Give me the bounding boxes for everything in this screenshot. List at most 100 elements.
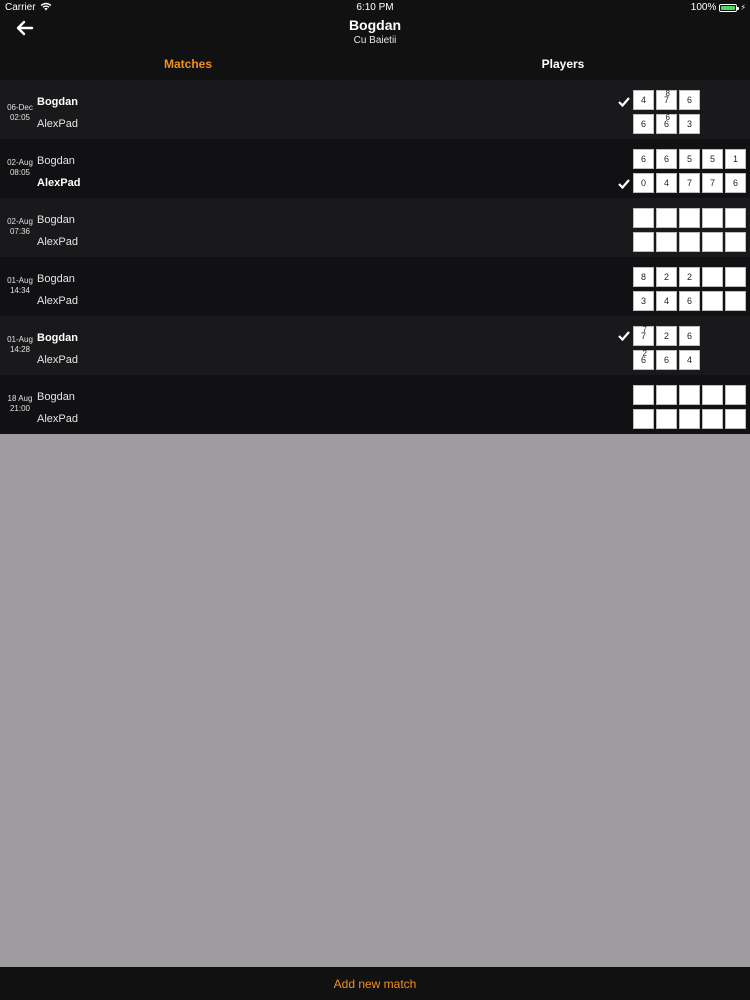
score-row-player-one: 6 6 5 5 1 bbox=[633, 149, 748, 169]
set-score[interactable]: 6 bbox=[679, 291, 700, 311]
page-title: Bogdan bbox=[348, 17, 402, 33]
match-row[interactable]: 01-Aug 14:34 Bogdan AlexPad 8 2 2 3 4 6 bbox=[0, 257, 750, 316]
score-row-player-two bbox=[633, 409, 748, 429]
set-score[interactable]: 4 bbox=[633, 90, 654, 110]
set-score[interactable]: 8 bbox=[633, 267, 654, 287]
checkmark-icon bbox=[618, 331, 630, 342]
tab-matches[interactable]: Matches bbox=[88, 57, 288, 71]
match-row[interactable]: 18 Aug 21:00 Bogdan AlexPad bbox=[0, 375, 750, 434]
set-score[interactable] bbox=[702, 208, 723, 228]
set-score[interactable]: 6 bbox=[656, 149, 677, 169]
set-score[interactable]: 4 bbox=[656, 173, 677, 193]
matches-list: 06-Dec 02:05 Bogdan AlexPad 4 78 6 6 66 … bbox=[0, 80, 750, 434]
match-date: 02-Aug 07:36 bbox=[7, 217, 33, 236]
set-score[interactable]: 6 bbox=[633, 114, 654, 134]
set-score[interactable] bbox=[725, 232, 746, 252]
score-row-player-two: 6 66 3 bbox=[633, 113, 702, 134]
set-score[interactable]: 3 bbox=[679, 114, 700, 134]
set-score[interactable] bbox=[725, 267, 746, 287]
set-score[interactable] bbox=[656, 232, 677, 252]
score-row-player-one bbox=[633, 208, 748, 228]
set-score[interactable]: 66 bbox=[656, 113, 677, 134]
set-score[interactable]: 7 bbox=[702, 173, 723, 193]
player-one: Bogdan bbox=[37, 391, 75, 403]
page-subtitle: Cu Baietii bbox=[353, 35, 397, 46]
score-row-player-two bbox=[633, 232, 748, 252]
set-score[interactable]: 6 bbox=[725, 173, 746, 193]
match-date: 02-Aug 08:05 bbox=[7, 158, 33, 177]
player-one: Bogdan bbox=[37, 96, 78, 108]
set-score[interactable]: 62 bbox=[633, 349, 654, 370]
checkmark-icon bbox=[618, 97, 630, 108]
player-two: AlexPad bbox=[37, 118, 78, 130]
set-score[interactable] bbox=[656, 409, 677, 429]
set-score[interactable]: 4 bbox=[656, 291, 677, 311]
score-row-player-two: 62 6 4 bbox=[633, 349, 702, 370]
player-two: AlexPad bbox=[37, 295, 78, 307]
player-two: AlexPad bbox=[37, 413, 78, 425]
set-score[interactable]: 2 bbox=[679, 267, 700, 287]
match-date: 06-Dec 02:05 bbox=[7, 103, 33, 122]
set-score[interactable] bbox=[633, 409, 654, 429]
set-score[interactable] bbox=[679, 208, 700, 228]
score-row-player-one: 77 2 6 bbox=[633, 325, 702, 346]
set-score[interactable]: 5 bbox=[679, 149, 700, 169]
player-one: Bogdan bbox=[37, 332, 78, 344]
set-score[interactable] bbox=[702, 291, 723, 311]
set-score[interactable]: 0 bbox=[633, 173, 654, 193]
set-score[interactable] bbox=[679, 232, 700, 252]
score-row-player-two: 0 4 7 7 6 bbox=[633, 173, 748, 193]
score-row-player-one: 4 78 6 bbox=[633, 89, 702, 110]
status-bar: Carrier 6:10 PM 100% ⚡ bbox=[0, 0, 750, 14]
score-row-player-one bbox=[633, 385, 748, 405]
match-row[interactable]: 01-Aug 14:28 Bogdan AlexPad 77 2 6 62 6 … bbox=[0, 316, 750, 375]
set-score[interactable] bbox=[633, 385, 654, 405]
player-two: AlexPad bbox=[37, 354, 78, 366]
set-score[interactable] bbox=[725, 208, 746, 228]
clock: 6:10 PM bbox=[356, 2, 394, 13]
player-two: AlexPad bbox=[37, 236, 78, 248]
player-one: Bogdan bbox=[37, 273, 75, 285]
player-one: Bogdan bbox=[37, 214, 75, 226]
set-score[interactable] bbox=[679, 409, 700, 429]
match-row[interactable]: 02-Aug 08:05 Bogdan AlexPad 6 6 5 5 1 0 … bbox=[0, 139, 750, 198]
match-row[interactable]: 06-Dec 02:05 Bogdan AlexPad 4 78 6 6 66 … bbox=[0, 80, 750, 139]
checkmark-icon bbox=[618, 179, 630, 190]
set-score[interactable] bbox=[656, 208, 677, 228]
score-row-player-two: 3 4 6 bbox=[633, 291, 748, 311]
set-score[interactable]: 3 bbox=[633, 291, 654, 311]
set-score[interactable]: 4 bbox=[679, 350, 700, 370]
add-new-match-button[interactable]: Add new match bbox=[0, 977, 750, 991]
set-score[interactable] bbox=[633, 208, 654, 228]
set-score[interactable] bbox=[656, 385, 677, 405]
match-date: 18 Aug 21:00 bbox=[7, 394, 33, 413]
set-score[interactable]: 6 bbox=[679, 90, 700, 110]
set-score[interactable] bbox=[679, 385, 700, 405]
set-score[interactable] bbox=[633, 232, 654, 252]
tab-players[interactable]: Players bbox=[463, 57, 663, 71]
set-score[interactable] bbox=[702, 232, 723, 252]
set-score[interactable]: 6 bbox=[656, 350, 677, 370]
set-score[interactable]: 6 bbox=[679, 326, 700, 346]
match-row[interactable]: 02-Aug 07:36 Bogdan AlexPad bbox=[0, 198, 750, 257]
set-score[interactable]: 7 bbox=[679, 173, 700, 193]
charging-icon: ⚡ bbox=[740, 3, 746, 12]
set-score[interactable] bbox=[702, 267, 723, 287]
set-score[interactable] bbox=[702, 385, 723, 405]
set-score[interactable]: 77 bbox=[633, 325, 654, 346]
set-score[interactable] bbox=[702, 409, 723, 429]
set-score[interactable]: 2 bbox=[656, 326, 677, 346]
bottom-bar: Add new match bbox=[0, 967, 750, 1000]
set-score[interactable]: 78 bbox=[656, 89, 677, 110]
set-score[interactable] bbox=[725, 385, 746, 405]
set-score[interactable] bbox=[725, 291, 746, 311]
battery-percent: 100% bbox=[690, 2, 717, 13]
match-date: 01-Aug 14:34 bbox=[7, 276, 33, 295]
set-score[interactable] bbox=[725, 409, 746, 429]
battery-indicator: 100% ⚡ bbox=[691, 2, 746, 13]
set-score[interactable]: 6 bbox=[633, 149, 654, 169]
match-date: 01-Aug 14:28 bbox=[7, 335, 33, 354]
set-score[interactable]: 5 bbox=[702, 149, 723, 169]
set-score[interactable]: 1 bbox=[725, 149, 746, 169]
set-score[interactable]: 2 bbox=[656, 267, 677, 287]
